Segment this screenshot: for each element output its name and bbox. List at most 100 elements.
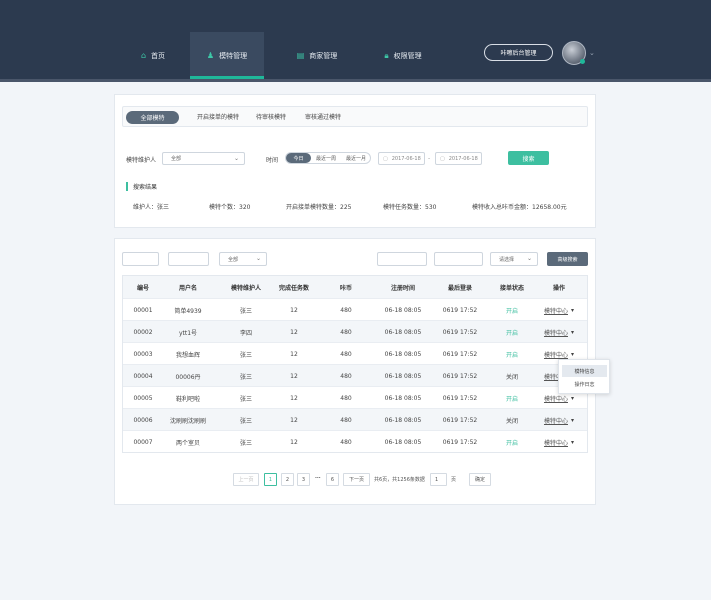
nav-item-models[interactable]: ♟ 模特管理: [190, 32, 264, 79]
tab-pending-review[interactable]: 待审核模特: [256, 112, 286, 121]
cell-coins: 480: [340, 416, 352, 424]
nav-item-label: 商家管理: [309, 51, 338, 60]
cell-coins: 480: [340, 328, 352, 336]
table-row: 00003 我想血辉 张三 12 480 06-18 08:05 0619 17:52 开启 模…: [123, 342, 587, 364]
col-header-registered: 注册时间: [390, 284, 415, 292]
filter-input-1[interactable]: [122, 252, 159, 266]
cell-last-login: 0619 17:52: [442, 416, 478, 424]
model-center-link[interactable]: 模特中心: [544, 394, 568, 403]
cell-username: 00006丹: [175, 373, 201, 381]
pagination-ellipsis: ...: [315, 474, 321, 480]
date-from-input[interactable]: ▢ 2017-06-18: [378, 152, 425, 165]
cell-coins: 480: [340, 372, 352, 380]
pagination-summary: 共6页，共1256条数据: [374, 477, 425, 483]
cell-registered: 06-18 08:05: [384, 350, 422, 358]
cell-guardian: 张三: [239, 373, 252, 381]
filter-input-4[interactable]: [434, 252, 483, 266]
toolbar-select-2[interactable]: 请选择 ⌄: [490, 252, 538, 266]
tab-approved[interactable]: 审核通过模特: [305, 112, 341, 121]
cell-action[interactable]: 模特中心▾: [537, 321, 581, 343]
col-header-status: 接单状态: [499, 284, 524, 292]
advanced-search-button[interactable]: 高级搜索: [547, 252, 588, 266]
admin-backend-button[interactable]: 咔嚓后台管理: [484, 44, 553, 61]
table-row: 00001 简单4939 张三 12 480 06-18 08:05 0619 17:52 开…: [123, 298, 587, 320]
guardian-select[interactable]: 全部 ⌄: [162, 152, 245, 165]
cell-coins: 480: [340, 350, 352, 358]
cell-id: 00006: [133, 416, 153, 424]
table-body: 00001 简单4939 张三 12 480 06-18 08:05 0619 17:52 开…: [123, 298, 587, 452]
cell-registered: 06-18 08:05: [384, 438, 422, 446]
goto-confirm-button[interactable]: 确定: [469, 473, 491, 486]
model-center-link[interactable]: 模特中心: [544, 306, 568, 315]
nav-item-label: 首页: [151, 51, 166, 60]
model-center-link[interactable]: 模特中心: [544, 416, 568, 425]
stat-guardian: 维护人：张三: [133, 204, 170, 211]
segment-today[interactable]: 今日: [286, 153, 311, 163]
menu-item-operation-log[interactable]: 操作日志: [562, 378, 607, 390]
cell-tasks: 12: [290, 306, 298, 314]
toolbar-select-2-value: 请选择: [499, 256, 515, 263]
cell-guardian: 张三: [239, 439, 252, 447]
pagination-page-3[interactable]: 3: [297, 473, 310, 486]
cell-id: 00001: [133, 306, 153, 314]
chevron-down-icon[interactable]: ▾: [571, 351, 574, 358]
cell-id: 00004: [133, 372, 153, 380]
pagination-page-1[interactable]: 1: [264, 473, 277, 486]
menu-item-model-info[interactable]: 模特信息: [562, 365, 607, 377]
stat-open-count: 开启接单模特数量：225: [286, 204, 352, 211]
cell-registered: 06-18 08:05: [384, 416, 422, 424]
cell-username: 两个室贝: [175, 439, 200, 447]
cell-guardian: 张三: [239, 307, 252, 315]
nav-item-label: 模特管理: [219, 51, 248, 60]
cell-status: 开启: [505, 307, 518, 315]
cell-status: 关闭: [505, 373, 518, 381]
tab-accepting-orders[interactable]: 开启接单的模特: [197, 112, 239, 121]
chevron-down-icon[interactable]: ⌄: [589, 49, 595, 57]
date-from-value: 2017-06-18: [391, 155, 421, 162]
col-header-last-login: 最后登录: [447, 284, 472, 292]
tab-all-models[interactable]: 全部模特: [126, 111, 179, 124]
chevron-down-icon[interactable]: ▾: [571, 395, 574, 402]
nav-divider: [0, 79, 711, 82]
cell-status: 关闭: [505, 417, 518, 425]
nav-item-home[interactable]: ⌂ 首页: [118, 32, 188, 79]
cell-action[interactable]: 模特中心▾: [537, 409, 581, 431]
chevron-down-icon[interactable]: ▾: [571, 417, 574, 424]
model-center-link[interactable]: 模特中心: [544, 328, 568, 337]
date-to-input[interactable]: ▢ 2017-06-18: [435, 152, 482, 165]
nav-item-permissions[interactable]: 🔒︎ 权限管理: [364, 32, 442, 79]
col-header-id: 编号: [136, 284, 149, 292]
cell-action[interactable]: 模特中心▾: [537, 299, 581, 321]
cell-guardian: 张三: [239, 417, 252, 425]
pagination-next[interactable]: 下一页: [343, 473, 370, 486]
cell-tasks: 12: [290, 350, 298, 358]
tab-bar: 全部模特 开启接单的模特 待审核模特 审核通过模特: [122, 106, 588, 127]
cell-username: 鞋利吧啦: [175, 395, 200, 403]
goto-page-input[interactable]: 1: [430, 473, 447, 486]
models-table: 编号 用户名 模特维护人 完成任务数 咔币 注册时间 最后登录 接单状态 操作 …: [122, 275, 588, 453]
date-separator: -: [428, 155, 431, 162]
filter-input-3[interactable]: [377, 252, 427, 266]
search-button[interactable]: 搜索: [508, 151, 549, 165]
chevron-down-icon[interactable]: ▾: [571, 439, 574, 446]
col-header-coins: 咔币: [339, 284, 352, 292]
segment-last-month[interactable]: 最近一月: [346, 155, 366, 162]
filter-input-2[interactable]: [168, 252, 209, 266]
cell-id: 00002: [133, 328, 153, 336]
model-center-link[interactable]: 模特中心: [544, 438, 568, 447]
chevron-down-icon[interactable]: ▾: [571, 329, 574, 336]
model-center-link[interactable]: 模特中心: [544, 350, 568, 359]
cell-registered: 06-18 08:05: [384, 306, 422, 314]
chevron-down-icon: ⌄: [255, 255, 261, 262]
cell-action[interactable]: 模特中心▾: [537, 431, 581, 453]
pagination-page-2[interactable]: 2: [281, 473, 294, 486]
nav-item-merchants[interactable]: ▤ 商家管理: [278, 32, 356, 79]
chevron-down-icon[interactable]: ▾: [571, 307, 574, 314]
home-icon: ⌂: [140, 51, 147, 60]
segment-last-week[interactable]: 最近一周: [316, 155, 336, 162]
pagination-prev[interactable]: 上一页: [233, 473, 259, 486]
col-header-tasks: 完成任务数: [278, 284, 309, 292]
cell-tasks: 12: [290, 372, 298, 380]
pagination-page-6[interactable]: 6: [326, 473, 339, 486]
toolbar-select-1[interactable]: 全部 ⌄: [219, 252, 267, 266]
